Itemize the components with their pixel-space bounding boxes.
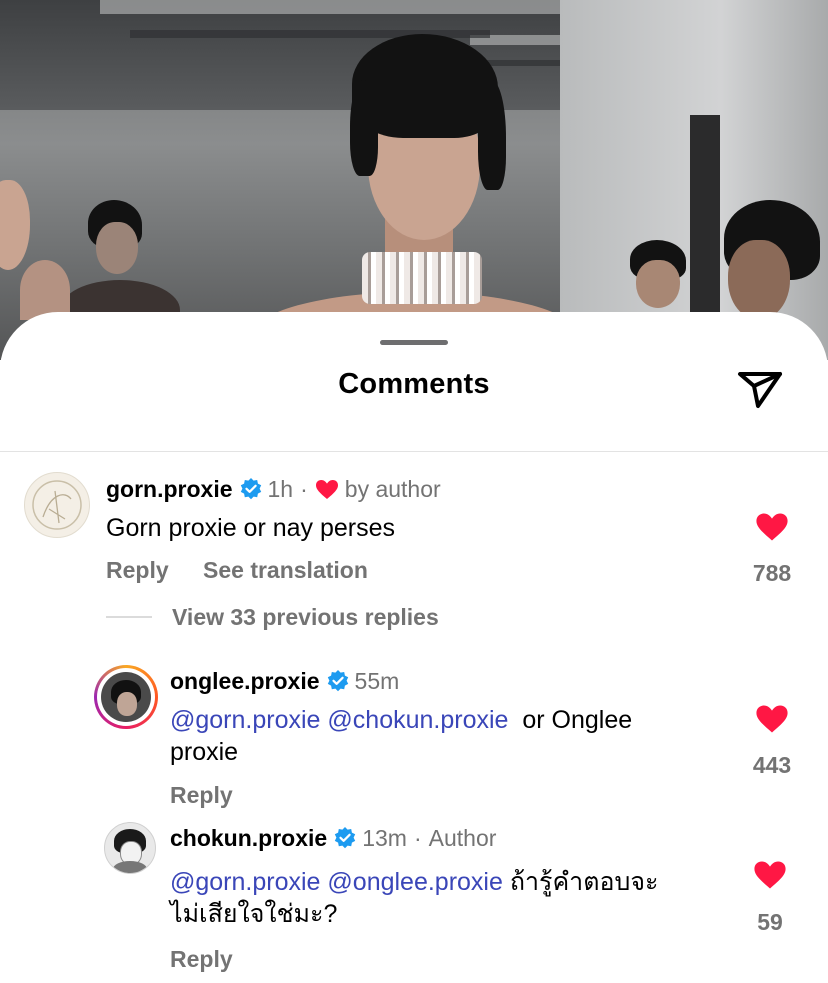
photo-door (690, 115, 720, 315)
comment-time: 1h (267, 475, 294, 502)
comment-header: gorn.proxie 1h · by author (106, 475, 441, 503)
reply-text: @gorn.proxie @chokun.proxie or Onglee pr… (170, 704, 730, 768)
meta-separator: · (300, 475, 308, 502)
mention-link[interactable]: @gorn.proxie (170, 706, 320, 734)
reply-text: @gorn.proxie @onglee.proxie ถ้ารู้คำตอบจ… (170, 866, 730, 930)
reply-button[interactable]: Reply (170, 782, 233, 809)
verified-badge-icon (327, 670, 348, 692)
reply-button[interactable]: Reply (170, 946, 233, 973)
reply-username[interactable]: chokun.proxie (170, 825, 327, 852)
comment-text: Gorn proxie or nay perses (106, 514, 396, 542)
photo-person (0, 180, 30, 270)
like-heart-icon[interactable] (755, 704, 789, 734)
like-count: 443 (752, 752, 792, 778)
photo-model-hair (478, 80, 506, 190)
post-photo-background (0, 0, 828, 360)
photo-model-hair (350, 80, 378, 176)
photo-person-hand (20, 260, 70, 320)
avatar-chokun-proxie[interactable] (104, 822, 156, 874)
reply-username[interactable]: onglee.proxie (170, 668, 320, 695)
logo-avatar-icon (32, 480, 82, 530)
replies-thread-line (106, 616, 152, 618)
mention-link[interactable]: @gorn.proxie (170, 868, 320, 896)
reply-time: 13m (362, 824, 407, 851)
comments-sheet: Comments gorn.proxie 1h · by author Gorn… (0, 312, 828, 983)
author-tag: Author (428, 824, 497, 851)
photo-model-necklace (362, 252, 482, 304)
comment-username[interactable]: gorn.proxie (106, 476, 233, 503)
reply-time: 55m (354, 667, 400, 694)
photo-person (96, 222, 138, 274)
photo-ceiling-beam (100, 0, 620, 14)
reply-text-line1: or Onglee (522, 706, 633, 734)
like-count: 59 (757, 909, 783, 935)
reply-text-line1: ถ้ารู้คำตอบจะ (509, 868, 659, 896)
verified-badge-icon (240, 478, 261, 500)
verified-badge-icon (335, 827, 356, 849)
like-heart-icon[interactable] (753, 860, 787, 890)
reply-button[interactable]: Reply (106, 557, 169, 584)
liked-by-author-heart-icon (315, 479, 338, 499)
send-icon[interactable] (734, 364, 786, 412)
view-previous-replies-button[interactable]: View 33 previous replies (172, 604, 439, 631)
mention-link[interactable]: @chokun.proxie (327, 706, 508, 734)
photo-person (728, 240, 790, 320)
reply-text-line2: proxie (170, 738, 239, 766)
mention-link[interactable]: @onglee.proxie (327, 868, 503, 896)
liked-by-author-label: by author (344, 475, 441, 502)
reply-text-line2: ไม่เสียใจใช่มะ? (170, 900, 338, 928)
avatar-onglee-proxie-story-ring[interactable] (94, 665, 158, 729)
see-translation-button[interactable]: See translation (203, 557, 368, 584)
reply-header: chokun.proxie 13m · Author (170, 824, 496, 852)
like-count: 788 (752, 560, 792, 586)
photo-person (636, 260, 680, 308)
like-heart-icon[interactable] (755, 512, 789, 542)
meta-separator: · (413, 824, 422, 851)
drag-handle[interactable] (380, 340, 448, 345)
avatar-photo (101, 672, 151, 722)
reply-header: onglee.proxie 55m (170, 667, 399, 695)
header-divider (0, 451, 828, 452)
sheet-title: Comments (338, 368, 490, 400)
avatar-gorn-proxie[interactable] (24, 472, 90, 538)
